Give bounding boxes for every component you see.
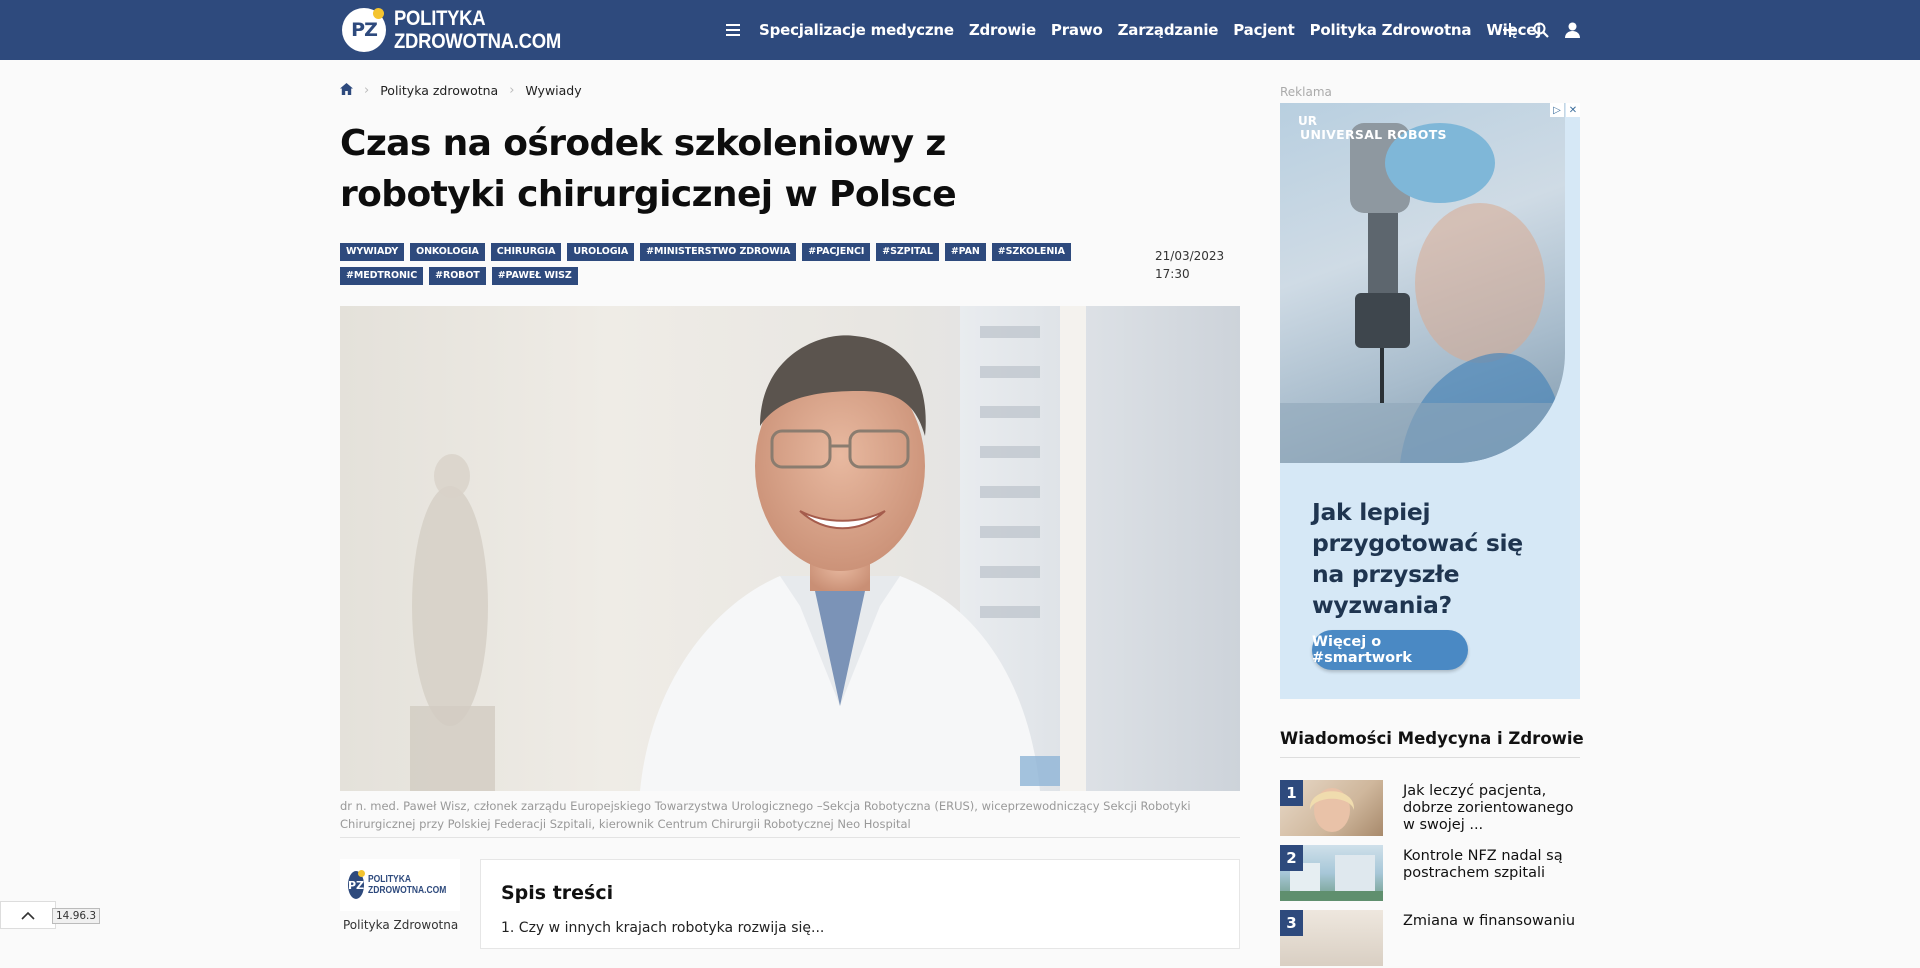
news-rank: 3	[1280, 910, 1303, 936]
tag-link[interactable]: #PAWEŁ WISZ	[491, 267, 578, 285]
article-tags: WYWIADY ONKOLOGIA CHIRURGIA UROLOGIA #MI…	[340, 243, 1120, 285]
divider	[1280, 757, 1580, 758]
author-logo-wordmark: POLITYKA ZDROWOTNA.COM	[368, 874, 446, 896]
tag-link[interactable]: #SZPITAL	[876, 243, 939, 261]
ad-label: Reklama	[1280, 85, 1332, 99]
author-logo-dot	[358, 870, 366, 877]
tag-link[interactable]: UROLOGIA	[567, 243, 635, 261]
logo-wordmark: POLITYKA ZDROWOTNA.COM	[394, 7, 561, 53]
news-headline: Jak leczyć pacjenta, dobrze zorientowane…	[1403, 783, 1574, 833]
news-rank: 2	[1280, 845, 1303, 871]
tag-link[interactable]: WYWIADY	[340, 243, 405, 261]
tag-link[interactable]: #PAN	[944, 243, 986, 261]
nav-prawo[interactable]: Prawo	[1051, 21, 1103, 39]
news-item[interactable]: 1 Jak leczyć pacjenta, dobrze zorientowa…	[1280, 780, 1580, 838]
news-headline: Kontrole NFZ nadal są postrachem szpital…	[1403, 848, 1563, 881]
image-caption: dr n. med. Paweł Wisz, członek zarządu E…	[340, 799, 1191, 831]
tag-link[interactable]: #MEDTRONIC	[340, 267, 424, 285]
plus-icon[interactable]	[1502, 22, 1518, 38]
breadcrumb-separator-icon: ›	[364, 83, 370, 98]
author-name[interactable]: Polityka Zdrowotna	[343, 918, 458, 932]
ad-brand: UNIVERSAL ROBOTS	[1300, 127, 1447, 142]
news-item[interactable]: 2 Kontrole NFZ nadal są postrachem szpit…	[1280, 845, 1580, 903]
tag-link[interactable]: #SZKOLENIA	[991, 243, 1071, 261]
site-logo[interactable]: PZ POLITYKA ZDROWOTNA.COM	[342, 6, 584, 54]
menu-icon[interactable]	[726, 24, 740, 36]
nav-pacjent[interactable]: Pacjent	[1233, 21, 1295, 39]
logo-line-1: POLITYKA	[394, 7, 486, 30]
publish-date-time: 17:30	[1155, 267, 1190, 281]
top-navigation-bar: PZ POLITYKA ZDROWOTNA.COM Specjalizacje …	[0, 0, 1920, 60]
sidebar-ad[interactable]: UR UNIVERSAL ROBOTS ▷ ✕ Jak lepiej przyg…	[1280, 103, 1580, 699]
close-icon[interactable]: ✕	[1566, 103, 1580, 117]
logo-dot	[373, 8, 384, 19]
tag-link[interactable]: ONKOLOGIA	[410, 243, 485, 261]
author-logo-line-1: POLITYKA	[368, 874, 412, 885]
author-logo[interactable]: PZ POLITYKA ZDROWOTNA.COM	[340, 859, 460, 911]
nav-polityka-zdrowotna[interactable]: Polityka Zdrowotna	[1310, 21, 1472, 39]
toc-item[interactable]: 1. Czy w innych krajach robotyka rozwija…	[501, 920, 824, 936]
breadcrumb-separator-icon: ›	[509, 83, 515, 98]
ad-ur-mark: UR	[1298, 114, 1317, 128]
divider	[340, 837, 1240, 838]
news-item[interactable]: 3 Zmiana w finansowaniu	[1280, 910, 1580, 968]
tag-link[interactable]: #ROBOT	[429, 267, 486, 285]
breadcrumb-polityka-zdrowotna[interactable]: Polityka zdrowotna	[380, 83, 498, 98]
news-headline: Zmiana w finansowaniu	[1403, 913, 1576, 929]
publish-date: 21/03/2023 17:30	[1155, 247, 1235, 283]
logo-badge: PZ	[342, 8, 386, 52]
header-actions	[1502, 0, 1580, 60]
logo-badge-text: PZ	[351, 19, 378, 41]
version-label: 14.96.3	[52, 908, 101, 924]
chevron-up-icon	[21, 911, 35, 920]
article-title: Czas na ośrodek szkoleniowy z robotyki c…	[340, 123, 957, 215]
adchoices-icon[interactable]: ▷	[1550, 103, 1564, 117]
user-icon[interactable]	[1564, 22, 1580, 38]
scroll-to-top-button[interactable]	[0, 901, 56, 929]
breadcrumb: › Polityka zdrowotna › Wywiady	[340, 83, 582, 98]
breadcrumb-wywiady[interactable]: Wywiady	[525, 83, 581, 98]
ad-cta-button[interactable]: Więcej o #smartwork	[1312, 630, 1468, 670]
ad-headline: Jak lepiej przygotować się na przyszłe w…	[1312, 498, 1523, 619]
search-icon[interactable]	[1533, 22, 1549, 38]
article-hero-image	[340, 306, 1240, 791]
tag-link[interactable]: CHIRURGIA	[490, 243, 562, 261]
nav-zdrowie[interactable]: Zdrowie	[969, 21, 1036, 39]
logo-line-2: ZDROWOTNA.COM	[394, 30, 561, 53]
author-logo-badge-text: PZ	[348, 878, 365, 892]
nav-zarzadzanie[interactable]: Zarządzanie	[1118, 21, 1219, 39]
home-icon[interactable]	[340, 83, 353, 98]
portrait-illustration	[410, 306, 1240, 791]
tag-link[interactable]: #MINISTERSTWO ZDROWIA	[640, 243, 797, 261]
tag-link[interactable]: #PACJENCI	[802, 243, 871, 261]
news-section-title: Wiadomości Medycyna i Zdrowie	[1280, 729, 1584, 748]
table-of-contents: Spis treści 1. Czy w innych krajach robo…	[480, 859, 1240, 949]
ad-controls: ▷ ✕	[1550, 103, 1580, 117]
nav-specjalizacje[interactable]: Specjalizacje medyczne	[759, 21, 954, 39]
publish-date-day: 21/03/2023	[1155, 249, 1225, 263]
toc-title: Spis treści	[501, 882, 614, 904]
ad-photo	[1280, 103, 1565, 463]
main-nav: Specjalizacje medyczne Zdrowie Prawo Zar…	[726, 0, 1541, 60]
news-rank: 1	[1280, 780, 1303, 806]
robot-arm-illustration	[1280, 123, 1565, 463]
author-logo-line-2: ZDROWOTNA.COM	[368, 885, 447, 896]
author-logo-badge: PZ	[348, 870, 366, 899]
